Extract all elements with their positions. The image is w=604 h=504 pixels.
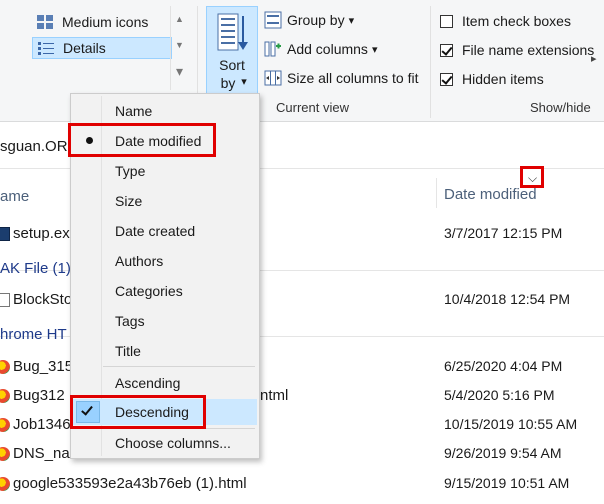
menu-item-label: Title (115, 343, 141, 359)
menu-item-date-created[interactable]: Date created (73, 218, 257, 244)
ribbon-separator (430, 6, 431, 118)
column-date-modified-header[interactable]: Date modified (444, 186, 537, 203)
layout-medium-icons-label: Medium icons (62, 14, 149, 30)
group-by-button[interactable]: Group by ▾ (264, 9, 354, 31)
file-name: Bug_315 (13, 358, 74, 375)
menu-item-choose-columns[interactable]: Choose columns... (73, 430, 257, 456)
group-by-dropdown-icon: ▾ (348, 14, 355, 27)
file-date: 10/15/2019 10:55 AM (444, 416, 578, 432)
menu-item-authors[interactable]: Authors (73, 248, 257, 274)
menu-item-label: Size (115, 193, 143, 209)
chrome-file-icon (0, 447, 10, 461)
column-name-header[interactable]: ame (0, 188, 29, 205)
size-all-columns-button[interactable]: Size all columns to fit (264, 67, 419, 89)
document-file-icon (0, 293, 10, 307)
menu-item-label: Choose columns... (115, 435, 231, 451)
hidden-items-toggle[interactable]: Hidden items (440, 68, 544, 90)
hidden-items-label: Hidden items (462, 71, 544, 87)
add-columns-icon (264, 40, 282, 58)
menu-item-label: Type (115, 163, 146, 179)
current-view-group-label: Current view (276, 100, 349, 115)
menu-item-size[interactable]: Size (73, 188, 257, 214)
menu-item-label: Tags (115, 313, 145, 329)
group-by-label: Group by (287, 12, 345, 28)
file-date: 6/25/2020 4:04 PM (444, 358, 563, 374)
add-columns-label: Add columns (287, 41, 368, 57)
menu-item-type[interactable]: Type (73, 158, 257, 184)
file-name-tail: ntml (260, 387, 289, 404)
file-name: BlockSto (13, 291, 73, 308)
layout-details[interactable]: Details (32, 37, 172, 59)
medium-icons-icon (36, 14, 54, 30)
column-sort-chevron-highlight[interactable]: ⌵ (520, 166, 544, 188)
size-columns-icon (264, 69, 282, 87)
highlight-date-modified (68, 123, 216, 157)
address-text: sguan.OR (0, 138, 68, 155)
menu-item-ascending[interactable]: Ascending (73, 370, 257, 396)
file-date: 3/7/2017 12:15 PM (444, 225, 563, 241)
layout-gallery: Medium icons Details (28, 6, 188, 90)
menu-item-label: Ascending (115, 375, 181, 391)
scroll-up-icon[interactable]: ▲ (171, 6, 188, 32)
show-hide-group-label: Show/hide (530, 100, 591, 115)
checkbox-icon[interactable] (440, 14, 453, 28)
add-columns-dropdown-icon: ▾ (371, 43, 378, 56)
chrome-file-icon (0, 389, 10, 403)
file-name: setup.ex (13, 225, 70, 242)
column-divider[interactable] (436, 178, 437, 208)
file-date: 9/15/2019 10:51 AM (444, 475, 570, 491)
group-header[interactable]: AK File (1) (0, 260, 71, 277)
file-date: 5/4/2020 5:16 PM (444, 387, 555, 403)
item-check-boxes-label: Item check boxes (462, 13, 571, 29)
layout-details-label: Details (63, 40, 106, 56)
exe-file-icon (0, 227, 10, 241)
menu-item-label: Name (115, 103, 153, 119)
menu-item-label: Date created (115, 223, 196, 239)
sort-by-icon (217, 13, 248, 51)
file-name-extensions-toggle[interactable]: File name extensions (440, 39, 594, 61)
checkbox-checked-icon[interactable] (440, 43, 453, 57)
menu-item-label: Categories (115, 283, 183, 299)
file-name: Job1346 (13, 416, 71, 433)
file-name: google533593e2a43b76eb (1).html (13, 475, 247, 492)
sort-by-dropdown-icon: ▾ (241, 76, 247, 88)
chrome-file-icon (0, 360, 10, 374)
details-icon (37, 40, 55, 56)
size-all-columns-label: Size all columns to fit (287, 70, 419, 86)
file-row[interactable]: google533593e2a43b76eb (1).html 9/15/201… (0, 473, 604, 497)
sort-by-button[interactable]: Sort by ▾ (206, 6, 258, 94)
menu-item-name[interactable]: Name (73, 98, 257, 124)
chrome-file-icon (0, 418, 10, 432)
menu-item-tags[interactable]: Tags (73, 308, 257, 334)
file-date: 9/26/2019 9:54 AM (444, 445, 562, 461)
file-name-extensions-label: File name extensions (462, 42, 595, 58)
scroll-down-icon[interactable]: ▼ (171, 32, 188, 58)
menu-item-title[interactable]: Title (73, 338, 257, 364)
sort-by-label-line1: Sort (219, 57, 245, 73)
file-name: Bug312 (13, 387, 65, 404)
group-by-icon (264, 11, 282, 29)
layout-gallery-scroll: ▲ ▼ ▾ (170, 6, 188, 90)
highlight-descending (70, 395, 206, 429)
gallery-expand-icon[interactable]: ▾ (171, 58, 188, 84)
group-header[interactable]: hrome HT (0, 326, 67, 343)
chrome-file-icon (0, 477, 10, 491)
menu-item-label: Authors (115, 253, 164, 269)
layout-medium-icons[interactable]: Medium icons (32, 11, 172, 33)
chevron-down-icon: ⌵ (528, 171, 538, 185)
checkbox-checked-icon[interactable] (440, 72, 453, 86)
file-date: 10/4/2018 12:54 PM (444, 291, 571, 307)
item-check-boxes-toggle[interactable]: Item check boxes (440, 10, 571, 32)
menu-item-categories[interactable]: Categories (73, 278, 257, 304)
add-columns-button[interactable]: Add columns ▾ (264, 38, 377, 60)
ribbon-scroll-right-icon[interactable]: ▸ (591, 52, 597, 65)
menu-separator (103, 366, 255, 367)
